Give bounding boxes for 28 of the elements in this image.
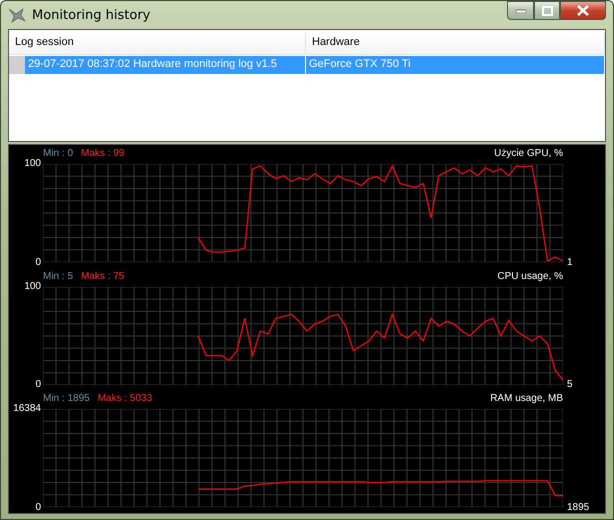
max-label: Maks : 99 [81,148,124,159]
max-label: Maks : 5033 [98,393,152,404]
axis-tick-label: 0 [35,380,41,390]
maximize-icon [542,6,552,16]
axis-tick-label: 100 [24,282,41,292]
column-header[interactable]: Log session [9,32,306,54]
axis-tick-label: 0 [35,258,41,268]
min-label: Min : 1895 [43,393,90,404]
axis-tick-label: 100 [24,159,41,169]
graph-title: Użycie GPU, % [494,148,563,159]
max-label: Maks : 75 [81,270,124,282]
close-button[interactable] [560,1,606,20]
row-header [9,56,25,74]
window-title: Monitoring history [32,8,152,22]
graph-title: CPU usage, % [497,270,563,282]
current-value: 5 [567,379,573,390]
minimize-button[interactable] [507,1,534,20]
current-value: 1895 [567,502,590,514]
column-header[interactable]: Hardware [306,32,605,54]
current-value: 1 [567,256,573,268]
min-label: Min : 0 [43,148,74,159]
min-label: Min : 5 [43,270,74,282]
minimize-icon [516,8,526,12]
close-icon [577,5,589,16]
axis-tick-label: 16384 [13,404,41,414]
axis-tick-label: 0 [35,503,41,514]
maximize-button[interactable] [534,1,560,20]
graph-title: RAM usage, MB [490,393,563,404]
